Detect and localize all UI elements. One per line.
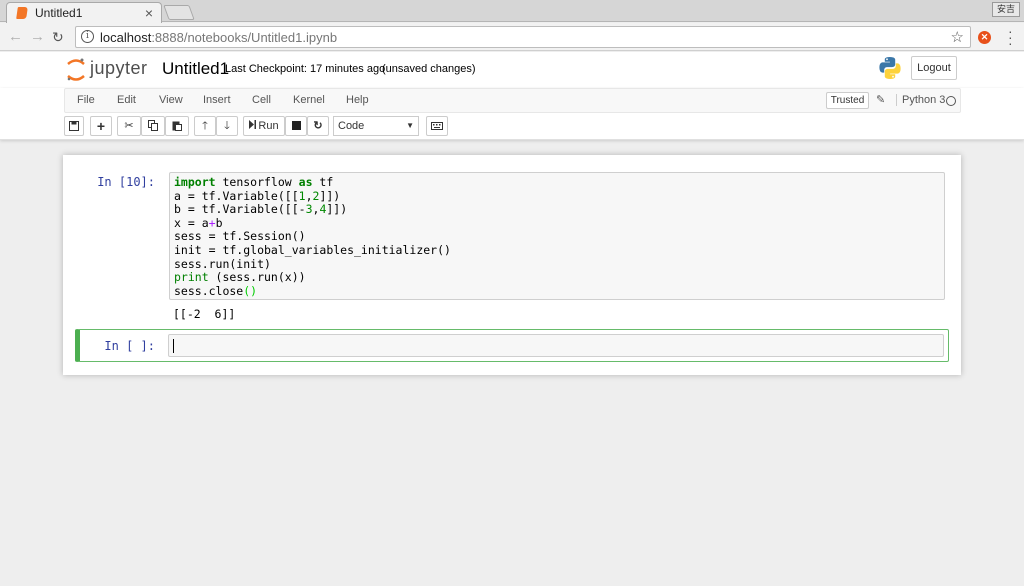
cut-button[interactable]: ✂	[117, 116, 141, 136]
tab-title: Untitled1	[35, 6, 83, 20]
paste-icon	[172, 121, 182, 131]
text-cursor	[173, 339, 174, 353]
checkpoint-status: Last Checkpoint: 17 minutes ago	[225, 63, 386, 75]
jupyter-header: jupyter Untitled1 Last Checkpoint: 17 mi…	[0, 52, 1024, 88]
autosave-status: (unsaved changes)	[382, 63, 476, 75]
pencil-icon[interactable]: ✎	[876, 93, 885, 106]
cell-type-select[interactable]: Code ▼	[333, 116, 419, 136]
copy-icon	[148, 120, 158, 131]
url-host: localhost	[100, 30, 152, 45]
address-bar[interactable]: i localhost:8888/notebooks/Untitled1.ipy…	[75, 26, 971, 48]
menubar: File Edit View Insert Cell Kernel Help T…	[64, 88, 961, 113]
notebook-name[interactable]: Untitled1	[162, 59, 229, 79]
info-icon[interactable]: i	[81, 30, 94, 43]
restart-button[interactable]: ↻	[307, 116, 329, 136]
code-source: import tensorflow as tf a = tf.Variable(…	[174, 175, 451, 298]
dropdown-arrow-icon: ▼	[406, 121, 414, 130]
move-down-button[interactable]: 🡓	[216, 116, 238, 136]
jupyter-logo[interactable]: jupyter	[66, 57, 156, 83]
menu-kernel[interactable]: Kernel	[293, 94, 325, 106]
code-cell[interactable]: In [10]: import tensorflow as tf a = tf.…	[75, 170, 949, 325]
copy-button[interactable]	[141, 116, 165, 136]
kernel-idle-icon	[946, 96, 956, 106]
extension-icon[interactable]: ✕	[978, 31, 991, 44]
browser-tab[interactable]: Untitled1 ×	[6, 2, 162, 23]
menu-file[interactable]: File	[77, 94, 95, 106]
jupyter-wordmark: jupyter	[90, 58, 148, 78]
step-forward-icon	[249, 120, 257, 129]
command-palette-button[interactable]	[426, 116, 448, 136]
interrupt-button[interactable]	[285, 116, 307, 136]
bookmark-star-icon[interactable]: ☆	[951, 28, 964, 46]
notebook-container: In [10]: import tensorflow as tf a = tf.…	[63, 155, 961, 375]
logout-button[interactable]: Logout	[911, 56, 957, 80]
run-label: Run	[258, 120, 279, 132]
input-prompt: In [ ]:	[104, 339, 155, 353]
menu-insert[interactable]: Insert	[203, 94, 231, 106]
url-text[interactable]: localhost:8888/notebooks/Untitled1.ipynb	[100, 30, 337, 45]
arrow-up-icon: 🡑	[202, 120, 208, 132]
restart-icon: ↻	[313, 120, 323, 132]
notebook-chrome: File Edit View Insert Cell Kernel Help T…	[0, 88, 1024, 140]
plus-icon: +	[96, 118, 106, 134]
window-user-label[interactable]: 安吉	[992, 2, 1020, 17]
forward-arrow-icon[interactable]: →	[30, 28, 45, 45]
paste-button[interactable]	[165, 116, 189, 136]
run-button[interactable]: Run	[243, 116, 285, 136]
jupyter-logo-icon	[67, 58, 85, 81]
url-path: :8888/notebooks/Untitled1.ipynb	[151, 30, 338, 45]
notebook-favicon-icon	[16, 7, 28, 19]
back-arrow-icon[interactable]: ←	[8, 28, 23, 45]
insert-cell-button[interactable]: +	[90, 116, 112, 136]
move-up-button[interactable]: 🡑	[194, 116, 216, 136]
keyboard-icon	[431, 122, 443, 130]
cell-output: [[-2 6]]	[173, 307, 236, 321]
save-icon	[69, 121, 79, 131]
tab-close-icon[interactable]: ×	[145, 5, 153, 21]
trusted-indicator[interactable]: Trusted	[826, 92, 869, 109]
stop-icon	[291, 121, 301, 130]
code-editor-empty[interactable]	[168, 334, 944, 357]
menu-edit[interactable]: Edit	[117, 94, 136, 106]
scissors-icon: ✂	[124, 120, 134, 132]
browser-tabstrip: Untitled1 × 安吉	[0, 0, 1024, 23]
menu-view[interactable]: View	[159, 94, 183, 106]
menu-cell[interactable]: Cell	[252, 94, 271, 106]
new-tab-button[interactable]	[163, 5, 195, 20]
input-prompt: In [10]:	[97, 175, 155, 189]
arrow-down-icon: 🡓	[224, 120, 230, 132]
cell-type-value: Code	[338, 120, 365, 132]
reload-icon[interactable]: ↻	[52, 29, 64, 46]
save-button[interactable]	[64, 116, 84, 136]
browser-menu-icon[interactable]: · · ·	[1008, 24, 1013, 50]
menu-help[interactable]: Help	[346, 94, 369, 106]
selected-code-cell[interactable]: In [ ]:	[75, 329, 949, 362]
python-logo-icon	[879, 57, 901, 79]
code-editor[interactable]: import tensorflow as tf a = tf.Variable(…	[169, 172, 945, 300]
browser-toolbar: ← → ↻ i localhost:8888/notebooks/Untitle…	[0, 23, 1024, 51]
kernel-name: Python 3	[896, 94, 945, 106]
